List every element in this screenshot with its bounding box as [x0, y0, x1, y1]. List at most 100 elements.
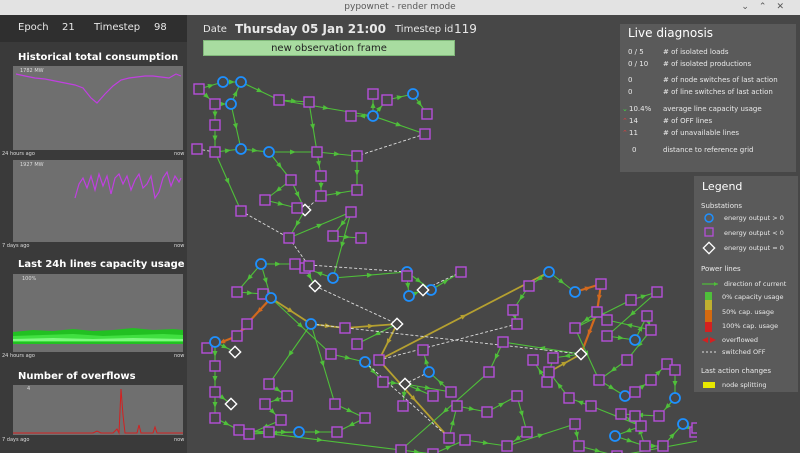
load-substation[interactable]	[259, 194, 271, 206]
load-substation[interactable]	[645, 374, 657, 386]
load-substation[interactable]	[345, 110, 357, 122]
production-substation[interactable]	[225, 98, 237, 110]
load-substation[interactable]	[669, 364, 681, 376]
load-substation[interactable]	[289, 258, 301, 270]
load-substation[interactable]	[497, 336, 509, 348]
load-substation[interactable]	[303, 260, 315, 272]
load-substation[interactable]	[209, 412, 221, 424]
load-substation[interactable]	[311, 146, 323, 158]
load-substation[interactable]	[381, 94, 393, 106]
load-substation[interactable]	[359, 412, 371, 424]
load-substation[interactable]	[243, 428, 255, 440]
load-substation[interactable]	[501, 440, 513, 452]
load-substation[interactable]	[395, 444, 407, 453]
load-substation[interactable]	[641, 310, 653, 322]
load-substation[interactable]	[401, 270, 413, 282]
load-substation[interactable]	[325, 348, 337, 360]
load-substation[interactable]	[191, 143, 203, 155]
load-substation[interactable]	[625, 294, 637, 306]
load-substation[interactable]	[241, 318, 253, 330]
load-substation[interactable]	[593, 374, 605, 386]
close-icon[interactable]: ✕	[776, 2, 794, 12]
production-substation[interactable]	[609, 430, 621, 442]
load-substation[interactable]	[657, 440, 669, 452]
load-substation[interactable]	[527, 354, 539, 366]
load-substation[interactable]	[263, 378, 275, 390]
load-substation[interactable]	[595, 278, 607, 290]
load-substation[interactable]	[421, 108, 433, 120]
load-substation[interactable]	[521, 426, 533, 438]
production-substation[interactable]	[629, 334, 641, 346]
load-substation[interactable]	[417, 344, 429, 356]
neutral-substation[interactable]	[398, 377, 412, 391]
load-substation[interactable]	[601, 314, 613, 326]
load-substation[interactable]	[259, 398, 271, 410]
load-substation[interactable]	[651, 286, 663, 298]
load-substation[interactable]	[231, 330, 243, 342]
load-substation[interactable]	[443, 432, 455, 444]
load-substation[interactable]	[351, 184, 363, 196]
load-substation[interactable]	[291, 202, 303, 214]
load-substation[interactable]	[585, 400, 597, 412]
neutral-substation[interactable]	[228, 345, 242, 359]
production-substation[interactable]	[367, 110, 379, 122]
load-substation[interactable]	[315, 170, 327, 182]
load-substation[interactable]	[283, 232, 295, 244]
production-substation[interactable]	[619, 390, 631, 402]
production-substation[interactable]	[407, 88, 419, 100]
load-substation[interactable]	[621, 354, 633, 366]
load-substation[interactable]	[543, 366, 555, 378]
neutral-substation[interactable]	[224, 397, 238, 411]
load-substation[interactable]	[209, 360, 221, 372]
load-substation[interactable]	[563, 392, 575, 404]
load-substation[interactable]	[327, 230, 339, 242]
load-substation[interactable]	[511, 318, 523, 330]
load-substation[interactable]	[397, 400, 409, 412]
neutral-substation[interactable]	[390, 317, 404, 331]
load-substation[interactable]	[209, 98, 221, 110]
production-substation[interactable]	[305, 318, 317, 330]
load-substation[interactable]	[351, 150, 363, 162]
load-substation[interactable]	[285, 174, 297, 186]
minimize-icon[interactable]: ⌄	[741, 2, 759, 12]
load-substation[interactable]	[275, 414, 287, 426]
load-substation[interactable]	[427, 390, 439, 402]
load-substation[interactable]	[367, 88, 379, 100]
production-substation[interactable]	[255, 258, 267, 270]
production-substation[interactable]	[677, 418, 689, 430]
load-substation[interactable]	[445, 386, 457, 398]
load-substation[interactable]	[569, 418, 581, 430]
load-substation[interactable]	[339, 322, 351, 334]
load-substation[interactable]	[193, 83, 205, 95]
new-observation-frame-button[interactable]: new observation frame	[203, 40, 455, 56]
load-substation[interactable]	[419, 128, 431, 140]
production-substation[interactable]	[235, 76, 247, 88]
load-substation[interactable]	[523, 280, 535, 292]
production-substation[interactable]	[235, 143, 247, 155]
load-substation[interactable]	[209, 386, 221, 398]
load-substation[interactable]	[691, 422, 697, 434]
load-substation[interactable]	[315, 190, 327, 202]
load-substation[interactable]	[569, 322, 581, 334]
neutral-substation[interactable]	[308, 279, 322, 293]
load-substation[interactable]	[511, 390, 523, 402]
load-substation[interactable]	[263, 426, 275, 438]
load-substation[interactable]	[233, 424, 245, 436]
load-substation[interactable]	[615, 408, 627, 420]
load-substation[interactable]	[345, 206, 357, 218]
production-substation[interactable]	[359, 356, 371, 368]
load-substation[interactable]	[281, 390, 293, 402]
load-substation[interactable]	[629, 386, 641, 398]
load-substation[interactable]	[273, 94, 285, 106]
load-substation[interactable]	[231, 286, 243, 298]
load-substation[interactable]	[373, 354, 385, 366]
load-substation[interactable]	[639, 440, 651, 452]
power-line[interactable]	[240, 210, 290, 239]
load-substation[interactable]	[351, 338, 363, 350]
maximize-icon[interactable]: ⌃	[759, 2, 777, 12]
production-substation[interactable]	[403, 290, 415, 302]
load-substation[interactable]	[455, 266, 467, 278]
load-substation[interactable]	[331, 426, 343, 438]
load-substation[interactable]	[209, 146, 221, 158]
load-substation[interactable]	[541, 376, 553, 388]
